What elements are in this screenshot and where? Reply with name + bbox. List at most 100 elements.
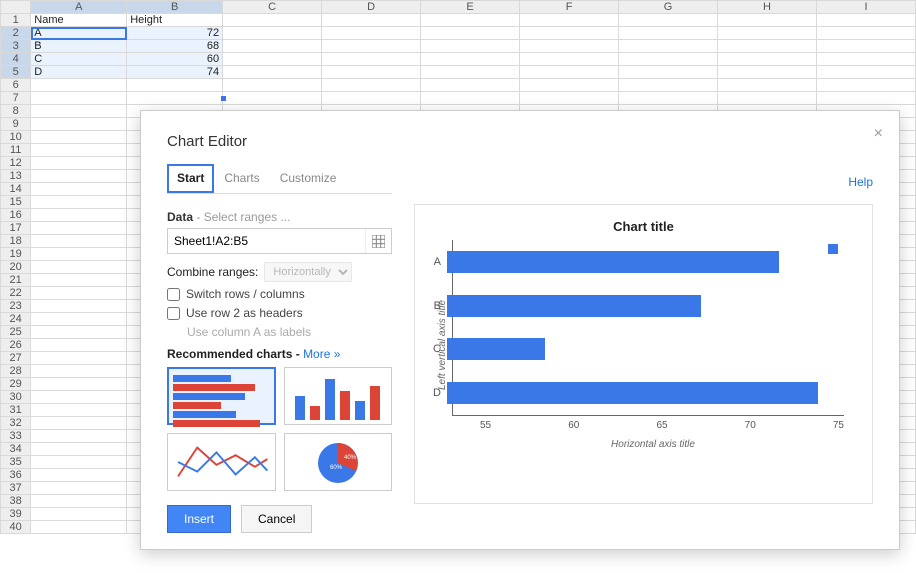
cell-C4[interactable] [223,53,322,66]
cell-C5[interactable] [223,66,322,79]
row-header-24[interactable]: 24 [1,313,31,326]
cell-A5[interactable]: D [31,66,127,79]
cell-A19[interactable] [31,248,127,261]
cell-A4[interactable]: C [31,53,127,66]
cell-A20[interactable] [31,261,127,274]
col-header-A[interactable]: A [31,1,127,14]
row-header-34[interactable]: 34 [1,443,31,456]
cell-A10[interactable] [31,131,127,144]
cell-A18[interactable] [31,235,127,248]
row-header-20[interactable]: 20 [1,261,31,274]
col-header-E[interactable]: E [421,1,520,14]
row-header-31[interactable]: 31 [1,404,31,417]
cell-A1[interactable]: Name [31,14,127,27]
cell-G6[interactable] [619,79,718,92]
cell-D5[interactable] [322,66,421,79]
row-header-28[interactable]: 28 [1,365,31,378]
cell-D7[interactable] [322,92,421,105]
row-header-3[interactable]: 3 [1,40,31,53]
row-header-38[interactable]: 38 [1,495,31,508]
cell-D3[interactable] [322,40,421,53]
cell-A15[interactable] [31,196,127,209]
cell-A31[interactable] [31,404,127,417]
cell-F6[interactable] [520,79,619,92]
row-header-11[interactable]: 11 [1,144,31,157]
thumb-horizontal-bar[interactable] [167,367,276,425]
cell-A6[interactable] [31,79,127,92]
cell-A25[interactable] [31,326,127,339]
row-header-22[interactable]: 22 [1,287,31,300]
cell-A36[interactable] [31,469,127,482]
cell-I6[interactable] [816,79,915,92]
cell-A2[interactable]: A [31,27,127,40]
col-header-C[interactable]: C [223,1,322,14]
cell-G7[interactable] [619,92,718,105]
col-header-B[interactable]: B [127,1,223,14]
cell-B2[interactable]: 72 [127,27,223,40]
cell-H3[interactable] [718,40,817,53]
row-header-18[interactable]: 18 [1,235,31,248]
cell-A33[interactable] [31,430,127,443]
row-header-35[interactable]: 35 [1,456,31,469]
cell-E5[interactable] [421,66,520,79]
col-header-F[interactable]: F [520,1,619,14]
row-header-7[interactable]: 7 [1,92,31,105]
cell-C1[interactable] [223,14,322,27]
row-header-17[interactable]: 17 [1,222,31,235]
row-header-8[interactable]: 8 [1,105,31,118]
tab-start[interactable]: Start [167,164,214,193]
cell-G1[interactable] [619,14,718,27]
cell-F3[interactable] [520,40,619,53]
cell-B5[interactable]: 74 [127,66,223,79]
cell-F1[interactable] [520,14,619,27]
cell-A16[interactable] [31,209,127,222]
cell-H4[interactable] [718,53,817,66]
row-header-33[interactable]: 33 [1,430,31,443]
row-header-36[interactable]: 36 [1,469,31,482]
cell-H6[interactable] [718,79,817,92]
cell-C7[interactable] [223,92,322,105]
row-header-4[interactable]: 4 [1,53,31,66]
close-icon[interactable]: × [874,125,883,143]
row-header-2[interactable]: 2 [1,27,31,40]
insert-button[interactable]: Insert [167,505,231,533]
cell-A12[interactable] [31,157,127,170]
cell-E3[interactable] [421,40,520,53]
cell-E1[interactable] [421,14,520,27]
row-header-13[interactable]: 13 [1,170,31,183]
cell-A13[interactable] [31,170,127,183]
cell-A11[interactable] [31,144,127,157]
cell-A34[interactable] [31,443,127,456]
cell-G5[interactable] [619,66,718,79]
range-input[interactable] [168,234,365,248]
more-link[interactable]: More » [303,347,340,361]
row-header-6[interactable]: 6 [1,79,31,92]
tab-charts[interactable]: Charts [214,164,269,191]
cell-B3[interactable]: 68 [127,40,223,53]
switch-rows-checkbox[interactable]: Switch rows / columns [167,287,392,301]
col-header-D[interactable]: D [322,1,421,14]
row-header-27[interactable]: 27 [1,352,31,365]
cell-G2[interactable] [619,27,718,40]
col-header-I[interactable]: I [816,1,915,14]
cell-H1[interactable] [718,14,817,27]
row-header-16[interactable]: 16 [1,209,31,222]
cell-I1[interactable] [816,14,915,27]
select-range-icon[interactable] [365,229,391,253]
cell-A39[interactable] [31,508,127,521]
cell-E2[interactable] [421,27,520,40]
thumb-pie[interactable]: 60% 40% [284,433,393,491]
row-header-5[interactable]: 5 [1,66,31,79]
cell-A3[interactable]: B [31,40,127,53]
cell-A29[interactable] [31,378,127,391]
cell-I2[interactable] [816,27,915,40]
help-link[interactable]: Help [848,175,873,189]
cell-A7[interactable] [31,92,127,105]
cell-B1[interactable]: Height [127,14,223,27]
row-header-10[interactable]: 10 [1,131,31,144]
cell-B6[interactable] [127,79,223,92]
cell-I5[interactable] [816,66,915,79]
cell-H5[interactable] [718,66,817,79]
cell-A28[interactable] [31,365,127,378]
cell-A23[interactable] [31,300,127,313]
